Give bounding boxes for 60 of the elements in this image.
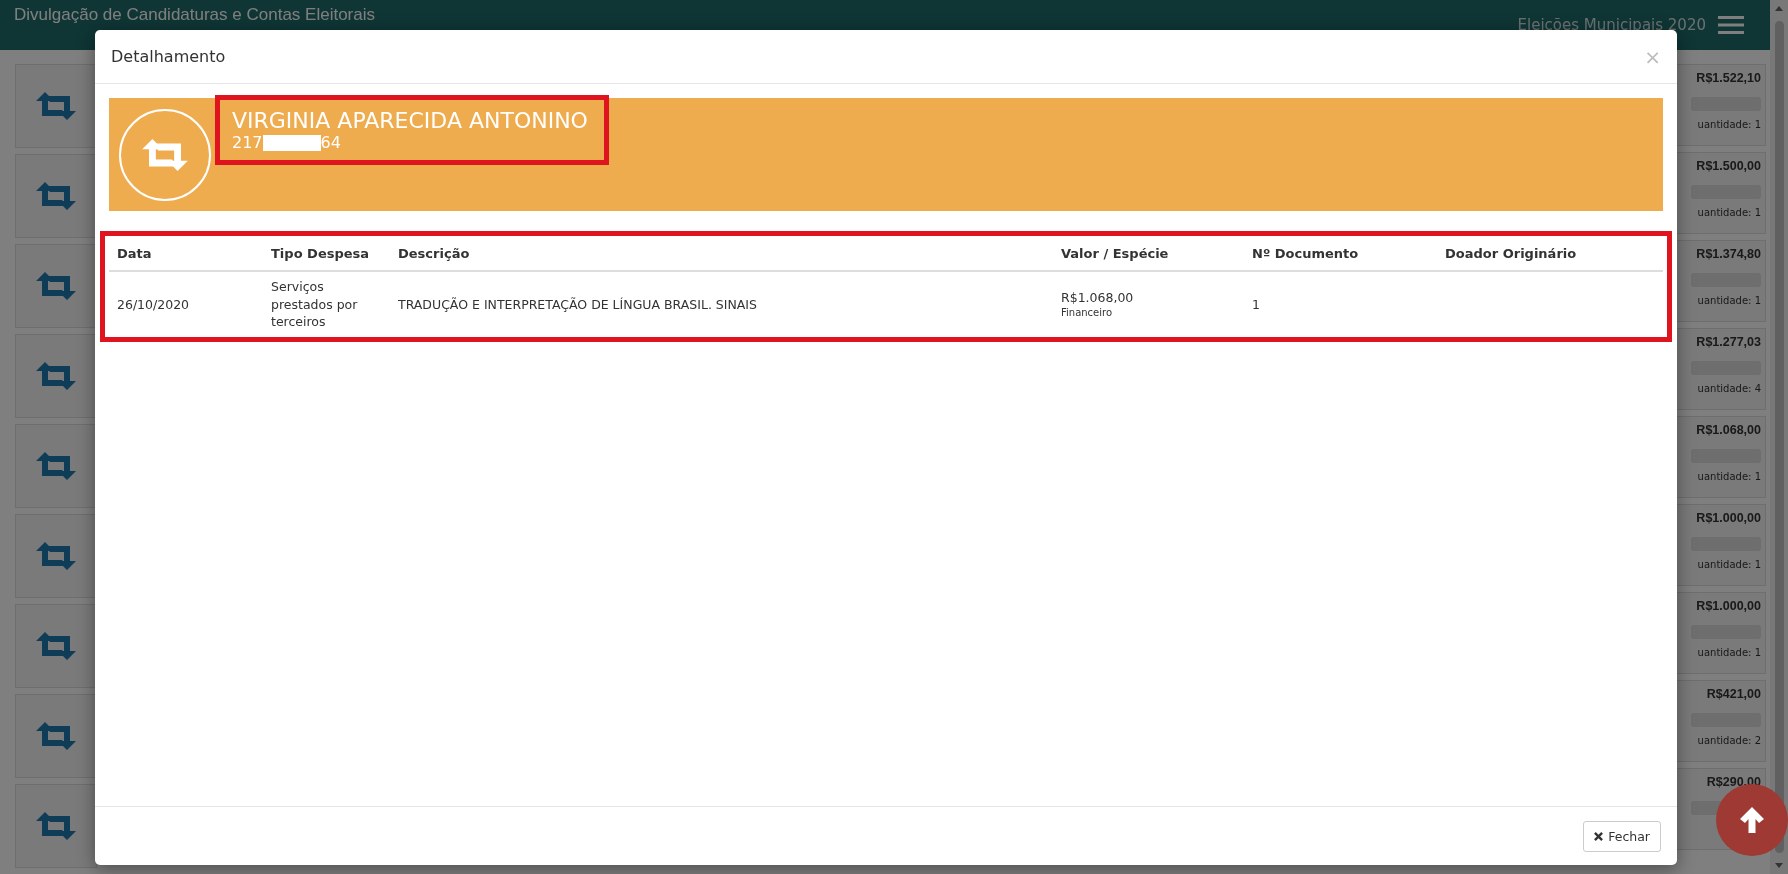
quantity-text: uantidade: 1 — [1697, 647, 1761, 658]
scrollbar[interactable] — [1770, 0, 1788, 874]
amount-text: R$1.522,10 — [1696, 71, 1761, 85]
close-icon — [1594, 831, 1604, 841]
column-header: Doador Originário — [1444, 245, 1578, 261]
swap-arrows-icon — [36, 182, 76, 210]
amount-text: R$1.374,80 — [1696, 247, 1761, 261]
swap-arrows-icon — [36, 272, 76, 300]
column-header: Valor / Espécie — [1060, 245, 1170, 261]
amount-text: R$1.000,00 — [1696, 599, 1761, 613]
swap-arrows-icon — [36, 92, 76, 120]
table-cell-text: Serviços prestados por terceiros — [270, 278, 359, 331]
list-card[interactable] — [15, 694, 97, 778]
close-dialog-button[interactable]: Fechar — [1583, 820, 1661, 852]
quantity-text: uantidade: 1 — [1697, 471, 1761, 482]
swap-arrows-icon — [36, 722, 76, 750]
column-header: Data — [116, 245, 153, 261]
redaction-block — [262, 134, 321, 151]
column-header: Tipo Despesa — [270, 245, 371, 261]
quantity-text: uantidade: 1 — [1697, 119, 1761, 130]
swap-arrows-icon — [36, 812, 76, 840]
column-header: Nº Documento — [1251, 245, 1360, 261]
table-cell-text: TRADUÇÃO E INTERPRETAÇÃO DE LÍNGUA BRASIL. SINAIS — [397, 295, 758, 313]
candidate-number: 64 — [320, 133, 341, 152]
candidate-number: 217 — [232, 133, 263, 152]
amount-text: R$1.500,00 — [1696, 159, 1761, 173]
list-card[interactable] — [15, 154, 97, 238]
arrow-up-icon — [1739, 806, 1765, 834]
table-cell-text: 1 — [1251, 295, 1261, 313]
quantity-text: uantidade: 1 — [1697, 559, 1761, 570]
quantity-text: uantidade: 1 — [1697, 295, 1761, 306]
quantity-text: uantidade: 2 — [1697, 735, 1761, 746]
dialog-title: Detalhamento — [111, 47, 226, 66]
list-card[interactable] — [15, 604, 97, 688]
table-cell-text: 26/10/2020 — [116, 295, 191, 313]
species-text: Financeiro — [1061, 306, 1114, 320]
swap-arrows-icon — [36, 362, 76, 390]
amount-text: R$1.000,00 — [1696, 511, 1761, 525]
quantity-text: uantidade: 4 — [1697, 383, 1761, 394]
swap-arrows-icon — [36, 632, 76, 660]
list-card[interactable] — [15, 514, 97, 598]
candidate-name: VIRGINIA APARECIDA ANTONINO — [232, 108, 589, 133]
amount-text: R$290,00 — [1706, 775, 1761, 789]
amount-text: R$1.068,00 — [1696, 423, 1761, 437]
list-card[interactable] — [15, 64, 97, 148]
site-title: Divulgação de Candidaturas e Contas Eleitorais — [14, 4, 375, 25]
value-text: R$1.068,00 — [1061, 288, 1135, 306]
quantity-text: uantidade: 1 — [1697, 207, 1761, 218]
amount-text: R$1.277,03 — [1696, 335, 1761, 349]
menu-icon[interactable] — [1718, 16, 1744, 34]
amount-text: R$421,00 — [1706, 687, 1761, 701]
swap-arrows-icon — [36, 542, 76, 570]
swap-arrows-icon — [36, 452, 76, 480]
list-card[interactable] — [15, 424, 97, 508]
list-card[interactable] — [15, 244, 97, 328]
election-label: Eleições Municipais 2020 — [1517, 16, 1706, 34]
column-header: Descrição — [397, 245, 471, 261]
list-card[interactable] — [15, 784, 97, 868]
list-card[interactable] — [15, 334, 97, 418]
swap-arrows-icon — [142, 138, 188, 171]
